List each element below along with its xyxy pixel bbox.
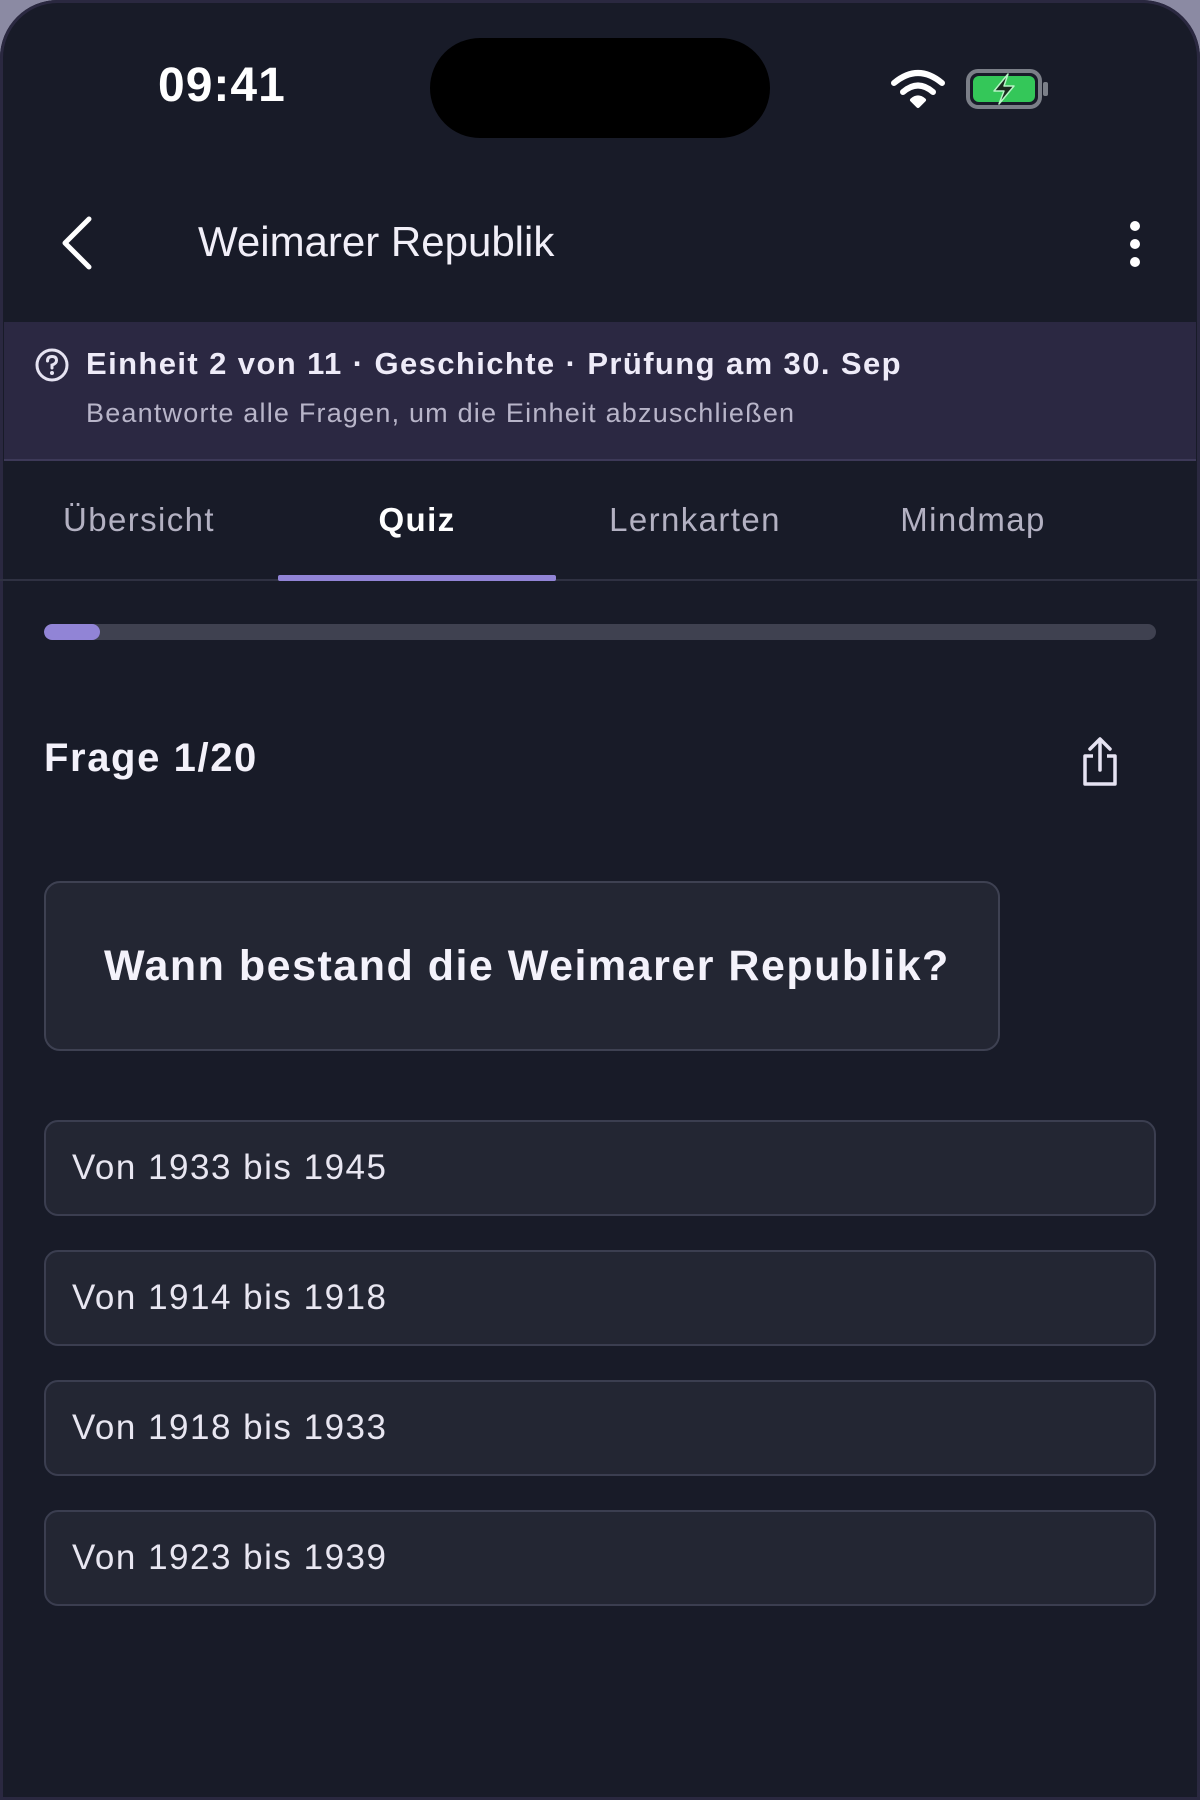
tab-overview[interactable]: Übersicht xyxy=(0,461,278,579)
more-vertical-icon xyxy=(1130,221,1140,267)
answer-option[interactable]: Von 1923 bis 1939 xyxy=(44,1510,1156,1606)
tab-flashcards[interactable]: Lernkarten xyxy=(556,461,834,579)
unit-info-banner: Einheit 2 von 11 · Geschichte · Prüfung … xyxy=(4,322,1196,461)
battery-charging-icon xyxy=(966,69,1048,109)
answer-option-label: Von 1923 bis 1939 xyxy=(72,1538,388,1577)
nav-bar: Weimarer Republik xyxy=(0,180,1200,320)
answer-option[interactable]: Von 1933 bis 1945 xyxy=(44,1120,1156,1216)
back-button[interactable] xyxy=(40,206,114,280)
answer-option-label: Von 1918 bis 1933 xyxy=(72,1408,388,1447)
phone-screen: 09:41 Weimarer Republik Einheit 2 von 11… xyxy=(0,0,1200,1800)
quiz-progress-fill xyxy=(44,624,100,640)
status-bar: 09:41 xyxy=(0,0,1200,160)
unit-info-subtitle: Beantworte alle Fragen, um die Einheit a… xyxy=(86,398,796,428)
page-title: Weimarer Republik xyxy=(198,218,555,265)
question-card: Wann bestand die Weimarer Republik? xyxy=(44,881,1000,1051)
answer-list: Von 1933 bis 1945 Von 1914 bis 1918 Von … xyxy=(44,1120,1156,1640)
wifi-icon xyxy=(891,70,945,108)
status-icons xyxy=(890,64,1050,114)
question-counter: Frage 1/20 xyxy=(44,736,258,780)
quiz-progress-bar xyxy=(44,624,1156,640)
tab-quiz[interactable]: Quiz xyxy=(278,461,556,581)
unit-info-headline: Einheit 2 von 11 · Geschichte · Prüfung … xyxy=(86,346,902,381)
tab-mindmap[interactable]: Mindmap xyxy=(834,461,1112,579)
tab-bar: Übersicht Quiz Lernkarten Mindmap xyxy=(0,461,1200,581)
question-text: Wann bestand die Weimarer Republik? xyxy=(104,941,950,990)
status-time: 09:41 xyxy=(158,59,286,112)
share-button[interactable] xyxy=(1070,730,1130,794)
answer-option-label: Von 1914 bis 1918 xyxy=(72,1278,388,1317)
more-options-button[interactable] xyxy=(1108,204,1162,284)
chevron-left-icon xyxy=(62,216,92,270)
answer-option[interactable]: Von 1918 bis 1933 xyxy=(44,1380,1156,1476)
dynamic-island xyxy=(430,38,770,138)
share-icon xyxy=(1083,737,1117,786)
answer-option-label: Von 1933 bis 1945 xyxy=(72,1148,388,1187)
question-circle-icon xyxy=(35,348,69,382)
answer-option[interactable]: Von 1914 bis 1918 xyxy=(44,1250,1156,1346)
